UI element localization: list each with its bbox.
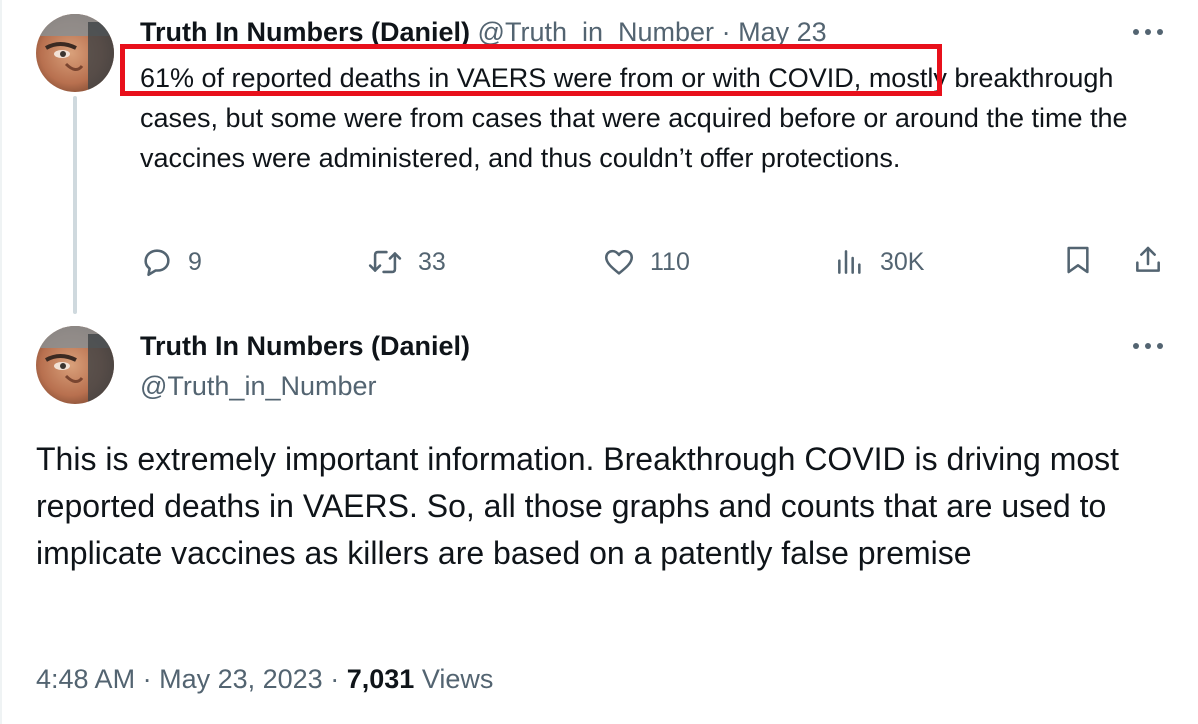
repost-button[interactable]: 33 [366,240,446,284]
share-icon [1132,243,1164,282]
like-count: 110 [650,247,690,276]
main-tweet-text: This is extremely important information.… [36,441,1120,571]
tweet-metadata: 4:48 AM · May 23, 2023 · 7,031 Views [36,660,493,698]
avatar[interactable] [36,14,114,92]
author-handle[interactable]: @Truth_in_Number [478,17,715,47]
author-name[interactable]: Truth In Numbers (Daniel) [140,328,470,364]
column-border [0,0,2,724]
like-button[interactable]: 110 [602,240,690,284]
more-horizontal-icon[interactable] [1130,336,1166,356]
heart-icon [602,245,636,279]
separator-dot: · [142,664,152,694]
views-label: Views [421,664,494,694]
avatar[interactable] [36,326,114,404]
reply-icon [140,245,174,279]
tweet-date[interactable]: May 23, 2023 [159,664,323,694]
reply-button[interactable]: 9 [140,240,202,284]
share-button[interactable] [1132,240,1164,284]
repost-count: 33 [418,247,446,276]
analytics-icon [834,245,866,279]
red-highlight-box [120,44,942,96]
repost-icon [366,245,404,279]
author-handle[interactable]: @Truth_in_Number [140,368,377,404]
reply-count: 9 [188,247,202,276]
separator-dot: · [330,664,340,694]
bookmark-button[interactable] [1062,240,1094,284]
views-total: 7,031 [346,664,415,694]
tweet-time[interactable]: 4:48 AM [36,664,135,694]
tweet-date[interactable]: May 23 [738,17,827,47]
thread-connector [73,96,77,314]
author-name[interactable]: Truth In Numbers (Daniel) [140,17,470,47]
bookmark-icon [1062,243,1094,282]
views-button[interactable]: 30K [834,240,924,284]
more-horizontal-icon[interactable] [1130,22,1166,42]
separator-dot: · [721,17,731,47]
views-count: 30K [880,247,925,276]
